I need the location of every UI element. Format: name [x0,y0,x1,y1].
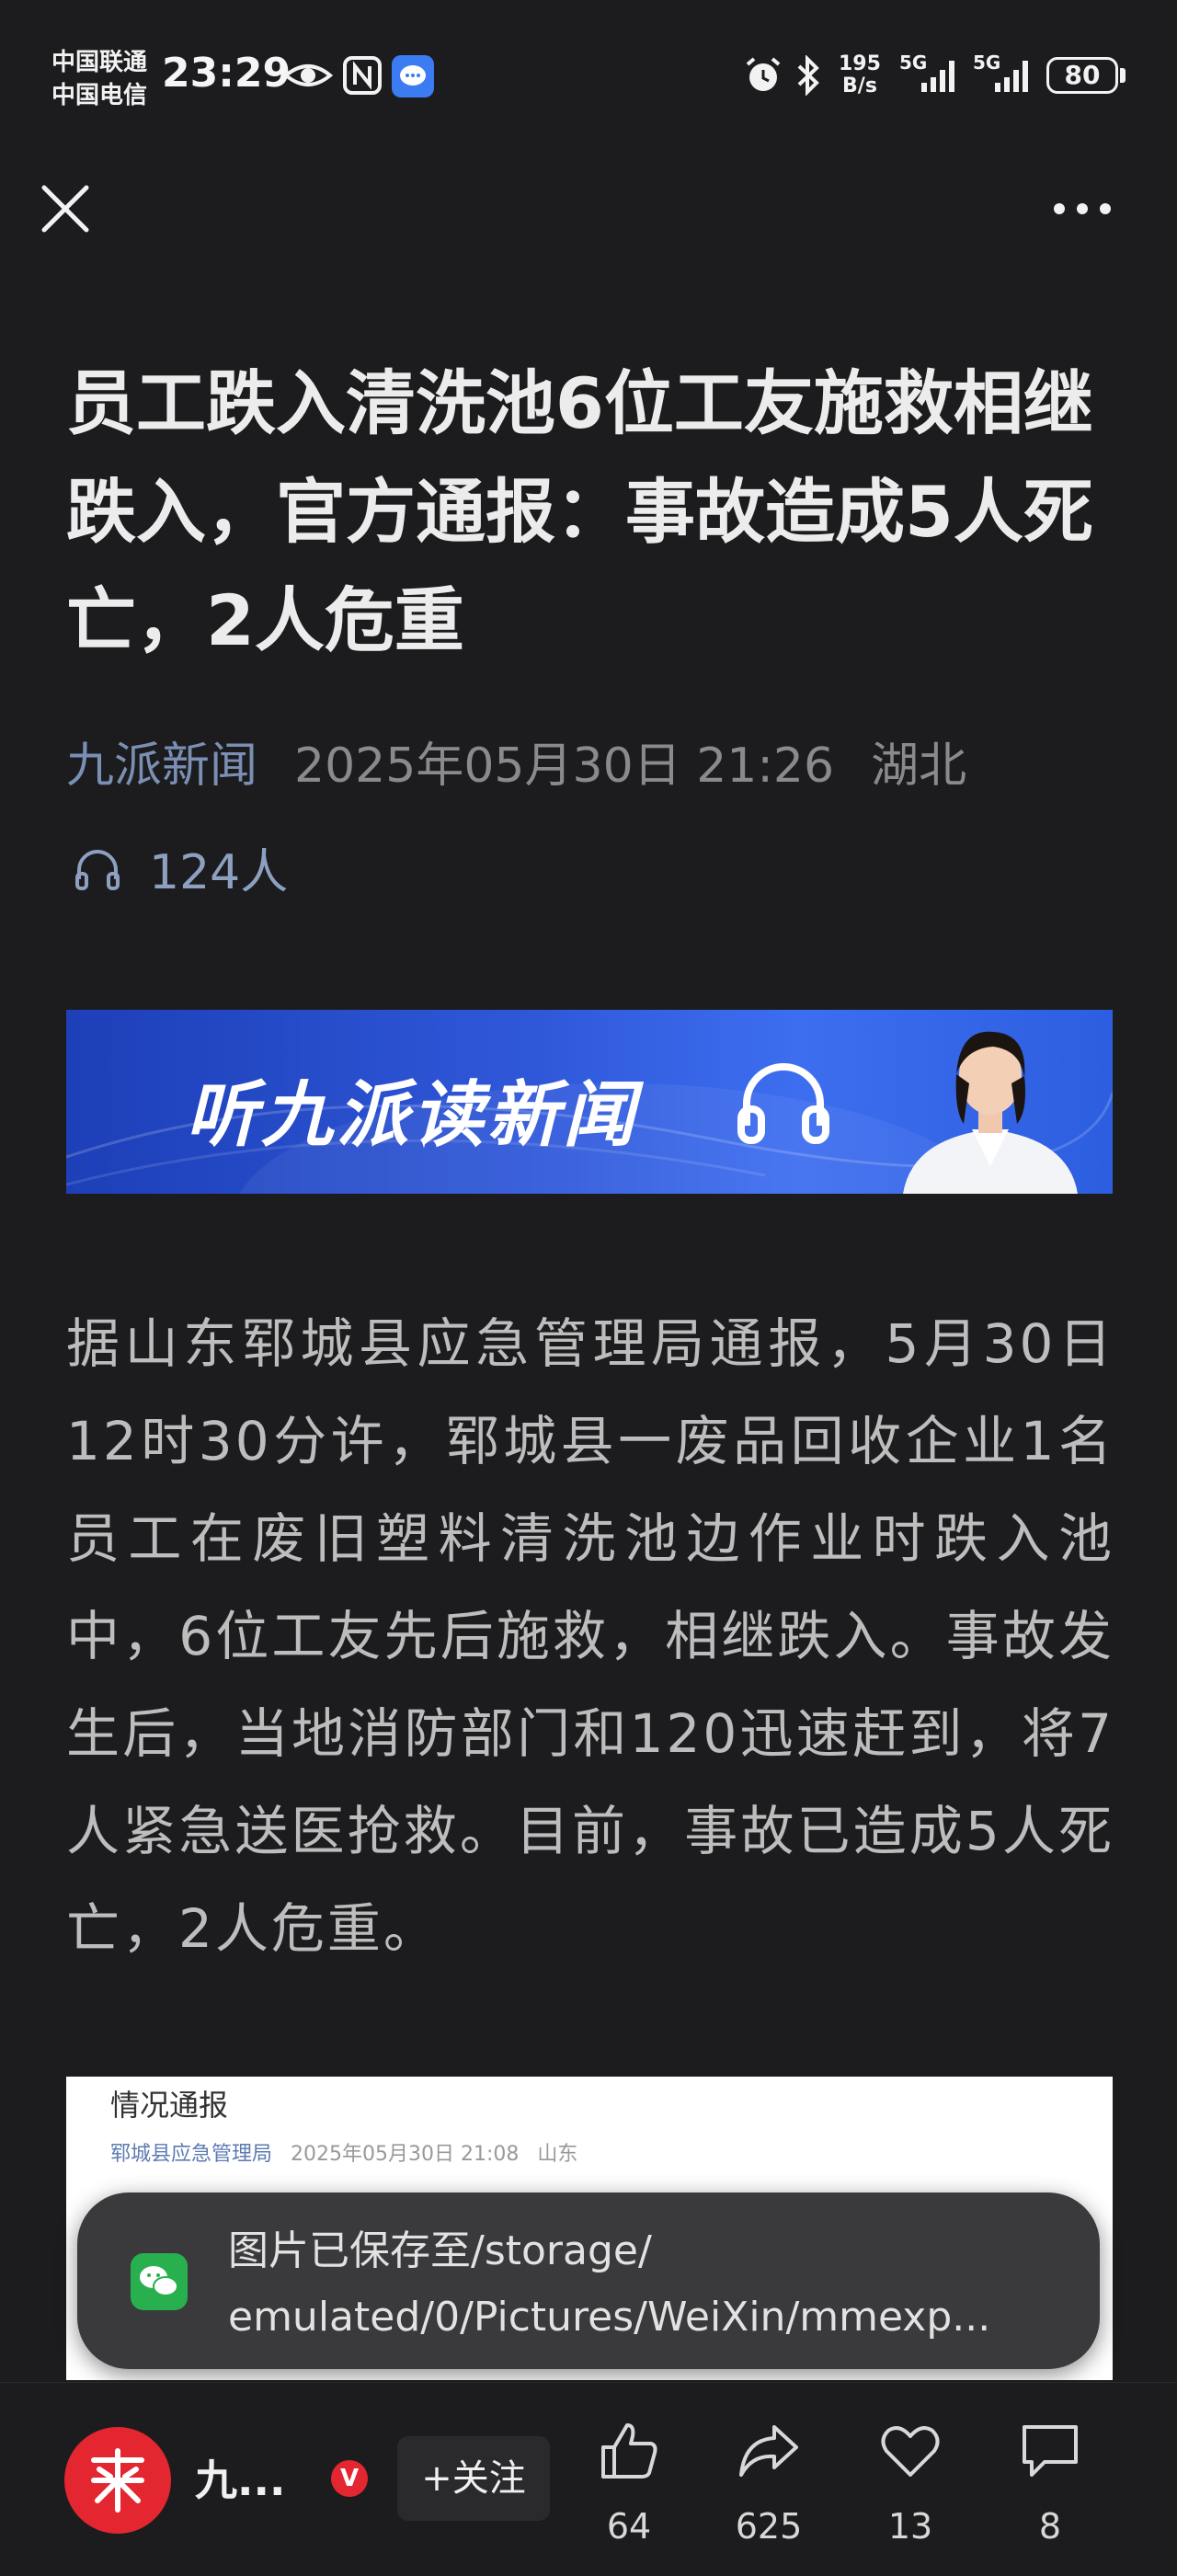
article-location: 湖北 [871,738,967,794]
news-anchor-illustration [903,1031,1078,1194]
notice-location: 山东 [537,2143,578,2166]
headphone-large-icon [737,1063,829,1144]
like-count: 64 [606,2506,652,2547]
listener-count-text: 124人 [149,845,289,900]
carrier-labels: 中国联通 中国电信 [51,46,147,112]
toast-line-1: 图片已保存至/storage/ [228,2227,652,2274]
article-title: 员工跌入清洗池6位工友施救相继跌入，官方通报：事故造成5人死亡，2人危重 [66,362,1093,661]
article-body: 据山东郓城县应急管理局通报，5月30日12时30分许，郓城县一废品回收企业1名员… [66,1312,1114,1960]
share-count: 625 [735,2506,803,2547]
author-name[interactable]: 九... [195,2447,285,2508]
toast-line-2: emulated/0/Pictures/WeiXin/mmexp... [228,2294,991,2341]
follow-button[interactable]: +关注 [397,2436,550,2521]
carrier-2: 中国电信 [51,82,148,109]
bottom-action-bar: 九... V +关注 64 625 13 8 [0,2382,1177,2576]
article-source-link[interactable]: 九派新闻 [66,738,257,794]
notice-datetime: 2025年05月30日 21:08 [291,2143,520,2166]
message-app-icon [392,55,434,97]
heart-icon [881,2426,940,2477]
bluetooth-icon [797,55,819,96]
more-options-icon[interactable] [1050,195,1114,223]
comment-bubble-icon [1023,2425,1078,2477]
headphones-icon [75,849,120,890]
comment-count: 8 [1038,2506,1062,2547]
notice-source: 郓城县应急管理局 [110,2143,273,2166]
verified-badge: V [331,2460,368,2497]
favorite-button[interactable]: 13 [855,2418,966,2547]
thumbs-up-icon [601,2423,657,2479]
wechat-icon [131,2253,188,2310]
listener-count: 124人 [72,833,288,902]
share-button[interactable]: 625 [714,2418,824,2547]
like-button[interactable]: 64 [574,2418,684,2547]
author-avatar[interactable] [64,2427,171,2534]
toast-message: 图片已保存至/storage/ emulated/0/Pictures/WeiX… [228,2218,1056,2351]
signal-1-icon: 5G [899,52,964,96]
favorite-count: 13 [887,2506,933,2547]
banner-title: 听九派读新闻 [186,1074,639,1157]
network-type-1: 5G [899,52,928,74]
notice-title: 情况通报 [110,2088,229,2123]
network-speed: 195 B/s [839,53,881,97]
article-datetime: 2025年05月30日 21:26 [294,738,835,794]
alarm-icon [746,57,781,91]
notice-meta: 郓城县应急管理局 2025年05月30日 21:08 山东 [110,2137,577,2167]
carrier-1: 中国联通 [51,49,148,76]
speed-value: 195 [839,52,881,75]
battery-tip [1120,68,1126,83]
share-arrow-icon [739,2425,798,2477]
status-time: 23:29 [162,50,291,97]
close-icon[interactable] [37,180,94,237]
image-saved-toast: 图片已保存至/storage/ emulated/0/Pictures/WeiX… [77,2192,1100,2369]
nfc-icon [343,56,382,95]
speed-unit: B/s [842,74,877,97]
article-meta: 九派新闻 2025年05月30日 21:26 湖北 [66,727,966,796]
signal-2-icon: 5G [973,52,1037,96]
jiupai-logo-icon [91,2448,144,2513]
listen-news-banner[interactable]: 听九派读新闻 [66,1010,1113,1194]
comment-button[interactable]: 8 [995,2418,1105,2547]
network-type-2: 5G [973,52,1001,74]
battery-indicator: 80 [1046,57,1118,94]
eye-icon [283,64,333,86]
status-bar: 中国联通 中国电信 23:29 195 B/s 5G 5G 80 [0,0,1177,156]
